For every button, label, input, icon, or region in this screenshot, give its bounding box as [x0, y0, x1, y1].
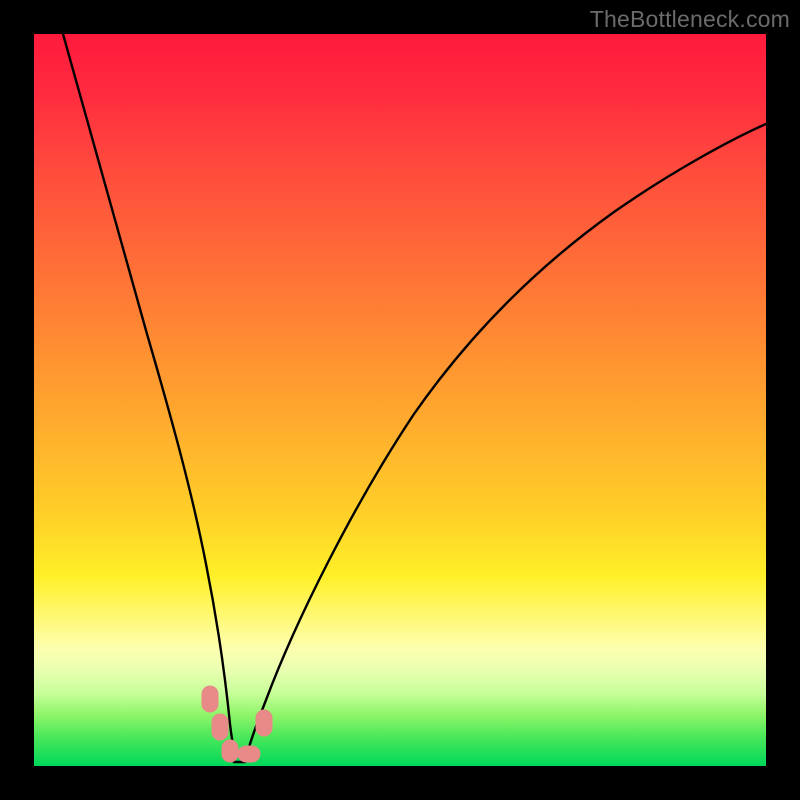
watermark-text: TheBottleneck.com: [590, 6, 790, 33]
trough-marker: [212, 714, 228, 740]
trough-marker: [222, 740, 238, 762]
outer-frame: TheBottleneck.com: [0, 0, 800, 800]
trough-marker: [238, 746, 260, 762]
trough-markers: [202, 686, 272, 762]
trough-marker: [202, 686, 218, 712]
chart-plot-area: [34, 34, 766, 766]
trough-marker: [256, 710, 272, 736]
bottleneck-curve-path: [63, 34, 766, 762]
bottleneck-curve-svg: [34, 34, 766, 766]
